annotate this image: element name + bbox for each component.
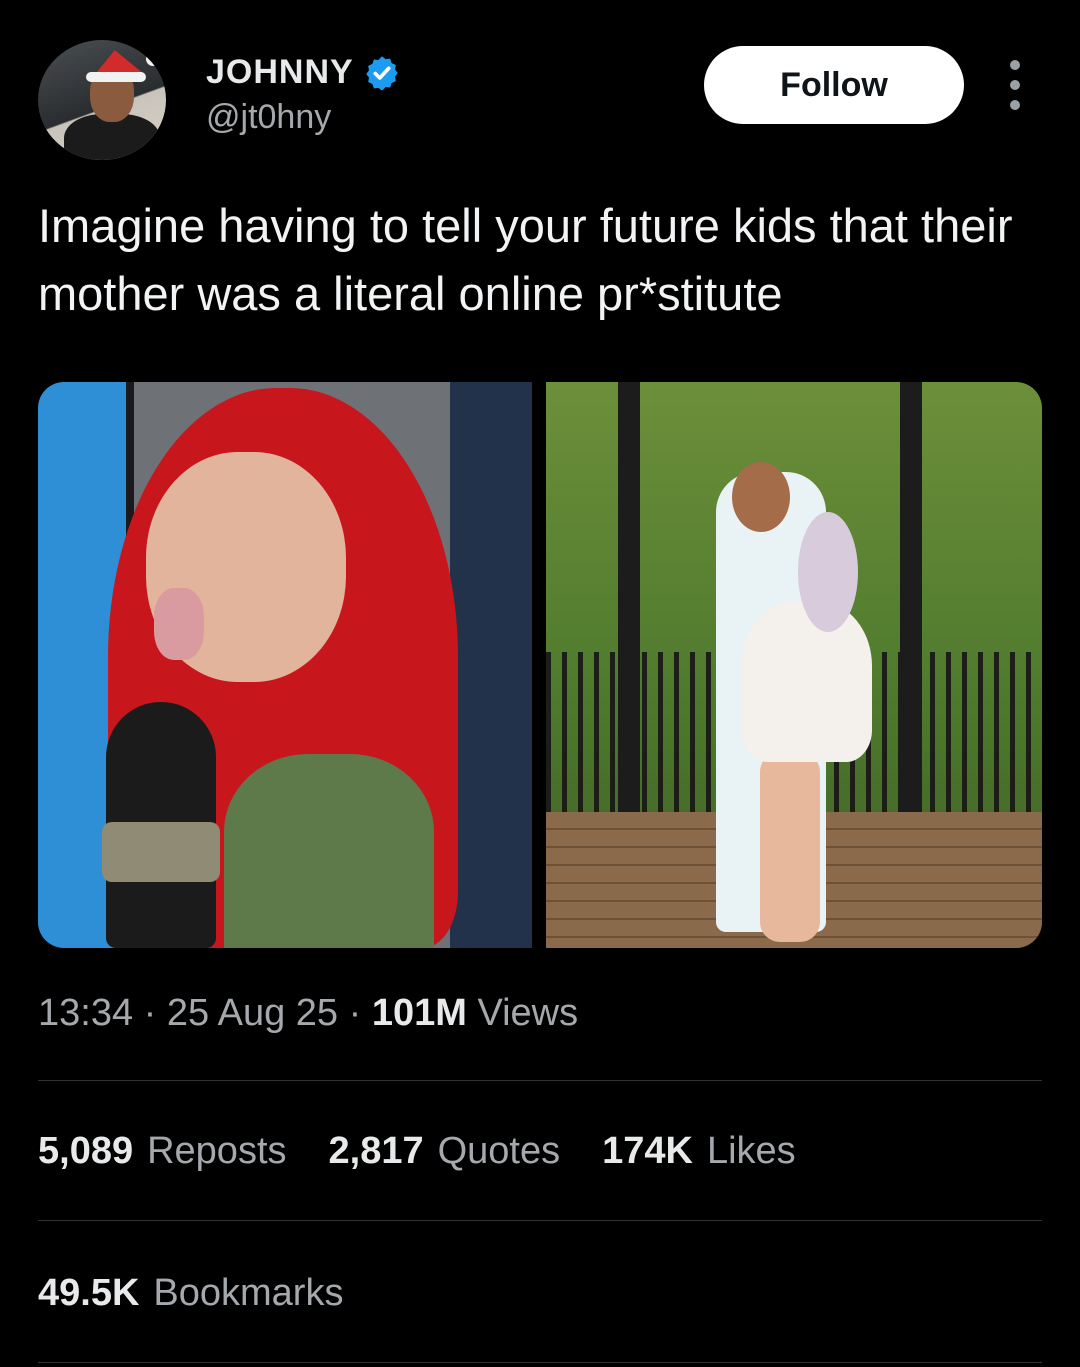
likes-stat[interactable]: 174K Likes — [602, 1130, 796, 1173]
tweet-date[interactable]: 25 Aug 25 — [167, 992, 338, 1034]
likes-count: 174K — [602, 1130, 693, 1172]
reposts-stat[interactable]: 5,089 Reposts — [38, 1130, 287, 1173]
bookmarks-label: Bookmarks — [153, 1272, 344, 1314]
meta-separator: · — [338, 992, 372, 1034]
views-label: Views — [466, 992, 579, 1034]
divider — [38, 1362, 1042, 1363]
photo-woman-hair-shape — [798, 512, 858, 632]
tweet-meta: 13:34 · 25 Aug 25 · 101M Views — [38, 992, 578, 1035]
author-handle[interactable]: @jt0hny — [206, 98, 331, 137]
photo-dress-shape — [742, 602, 872, 762]
more-dot — [1010, 100, 1020, 110]
santa-hat-pompom — [146, 52, 160, 66]
views-count: 101M — [371, 992, 467, 1034]
divider — [38, 1220, 1042, 1221]
meta-separator: · — [133, 992, 167, 1034]
microphone-band-shape — [102, 822, 220, 882]
follow-button[interactable]: Follow — [704, 46, 964, 124]
more-dot — [1010, 80, 1020, 90]
photo-legs-shape — [760, 752, 820, 942]
avatar[interactable] — [38, 40, 166, 160]
more-dot — [1010, 60, 1020, 70]
photo-top-shape — [224, 754, 434, 948]
bookmarks-count: 49.5K — [38, 1272, 140, 1314]
quotes-count: 2,817 — [328, 1130, 424, 1172]
photo-man-head-shape — [732, 462, 790, 532]
display-name[interactable]: JOHNNY — [206, 53, 354, 92]
media-photo-left[interactable] — [38, 382, 532, 948]
tweet-text: Imagine having to tell your future kids … — [38, 199, 1013, 320]
reposts-label: Reposts — [147, 1130, 287, 1172]
tweet-media[interactable] — [38, 382, 1042, 948]
divider — [38, 1080, 1042, 1081]
more-options-icon[interactable] — [1000, 60, 1030, 110]
author-name-row[interactable]: JOHNNY — [206, 50, 400, 94]
bookmarks-stat[interactable]: 49.5K Bookmarks — [38, 1272, 343, 1315]
verified-badge-icon — [365, 56, 398, 90]
santa-hat-rim — [86, 72, 146, 82]
quotes-stat[interactable]: 2,817 Quotes — [329, 1130, 561, 1173]
quotes-label: Quotes — [437, 1130, 561, 1172]
likes-label: Likes — [706, 1130, 796, 1172]
media-photo-right[interactable] — [546, 382, 1042, 948]
photo-tongue-shape — [154, 588, 204, 660]
tweet-time[interactable]: 13:34 — [38, 992, 133, 1034]
engagement-stats: 5,089 Reposts 2,817 Quotes 174K Likes — [38, 1130, 796, 1173]
reposts-count: 5,089 — [38, 1130, 134, 1172]
